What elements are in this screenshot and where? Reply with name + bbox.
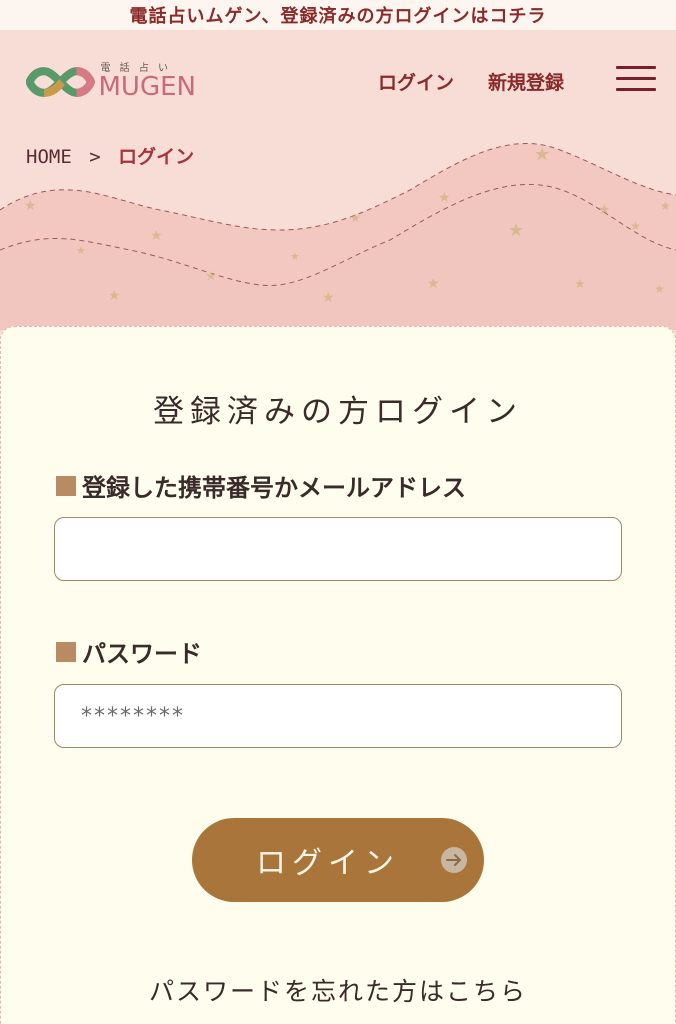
breadcrumb: HOME > ログイン [26, 142, 194, 169]
id-input[interactable] [54, 517, 622, 581]
svg-text:★: ★ [290, 250, 300, 263]
svg-text:★: ★ [574, 277, 586, 292]
logo[interactable]: 電 話 占 い MUGEN [26, 60, 196, 104]
nav-register-link[interactable]: 新規登録 [488, 68, 564, 95]
svg-text:★: ★ [427, 276, 440, 292]
label-square-icon [56, 641, 76, 662]
header: 電 話 占 い MUGEN ログイン 新規登録 [0, 30, 676, 130]
svg-text:★: ★ [322, 290, 335, 306]
password-field-label: パスワード [56, 634, 202, 669]
svg-text:★: ★ [598, 202, 611, 218]
svg-text:★: ★ [654, 282, 665, 296]
login-button[interactable]: ログイン [192, 818, 484, 902]
id-field-label: 登録した携帯番号かメールアドレス [56, 468, 466, 503]
svg-text:★: ★ [630, 219, 641, 233]
svg-text:★: ★ [150, 228, 163, 244]
svg-text:★: ★ [534, 144, 550, 165]
nav-login-link[interactable]: ログイン [378, 68, 454, 95]
arrow-right-icon [441, 847, 467, 873]
banner-text[interactable]: 電話占いムゲン、登録済みの方ログインはコチラ [130, 2, 547, 28]
svg-text:★: ★ [350, 211, 361, 225]
svg-text:★: ★ [660, 199, 671, 213]
password-field-label-text: パスワード [82, 640, 202, 668]
top-banner[interactable]: 電話占いムゲン、登録済みの方ログインはコチラ [0, 0, 676, 30]
svg-text:★: ★ [24, 198, 37, 214]
svg-text:★: ★ [438, 190, 451, 206]
breadcrumb-current: ログイン [118, 146, 195, 168]
page-title: 登録済みの方ログイン [153, 394, 523, 430]
infinity-logo-icon [26, 67, 95, 97]
svg-text:★: ★ [508, 220, 524, 241]
forgot-password-link[interactable]: パスワードを忘れた方はこちら [0, 972, 676, 1008]
svg-text:★: ★ [76, 244, 86, 257]
breadcrumb-separator: > [89, 146, 101, 168]
label-square-icon [56, 475, 76, 496]
password-input[interactable]: ******** [54, 684, 622, 748]
hamburger-menu-icon[interactable] [616, 66, 656, 92]
id-field-label-text: 登録した携帯番号かメールアドレス [82, 474, 466, 502]
login-button-label: ログイン [256, 846, 400, 881]
svg-text:★: ★ [205, 269, 217, 284]
svg-text:★: ★ [108, 288, 121, 304]
breadcrumb-home[interactable]: HOME [26, 146, 72, 168]
logo-title: MUGEN [98, 72, 197, 102]
